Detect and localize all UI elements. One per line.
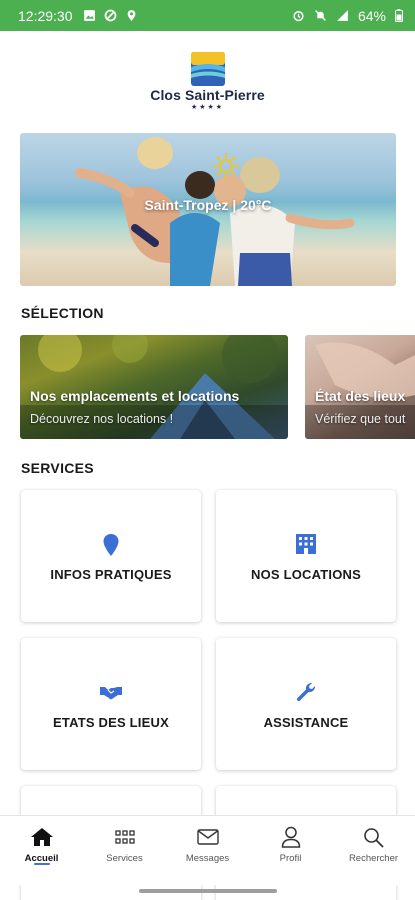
image-notification-icon — [83, 10, 95, 21]
search-icon — [364, 827, 384, 847]
selection-card-inventory[interactable]: État des lieux Vérifiez que tout — [305, 335, 415, 439]
sun-icon — [213, 153, 239, 179]
signal-icon — [337, 10, 348, 21]
nav-label: Services — [106, 853, 143, 864]
mute-bell-icon — [315, 10, 326, 21]
alarm-icon — [293, 11, 304, 22]
bottom-nav: Accueil Services Messages Profil Recherc… — [0, 815, 415, 885]
nav-profil[interactable]: Profil — [249, 816, 332, 885]
home-icon — [30, 828, 53, 846]
status-bar: 12:29:30 64% — [0, 0, 415, 31]
selection-heading: SÉLECTION — [21, 305, 104, 321]
nav-label: Messages — [185, 853, 230, 864]
user-icon — [281, 826, 300, 848]
service-assistance[interactable]: ASSISTANCE — [216, 638, 396, 770]
brand-name: Clos Saint-Pierre — [150, 87, 265, 103]
service-label: NOS LOCATIONS — [251, 567, 361, 582]
battery-icon — [395, 9, 403, 22]
service-nos-locations[interactable]: NOS LOCATIONS — [216, 490, 396, 622]
selection-card-title: Nos emplacements et locations — [30, 388, 240, 404]
selection-card-title: État des lieux — [315, 388, 406, 404]
service-label: ASSISTANCE — [263, 715, 349, 730]
building-icon — [296, 534, 316, 554]
handshake-icon — [100, 687, 122, 700]
nav-services[interactable]: Services — [83, 816, 166, 885]
service-label: INFOS PRATIQUES — [50, 567, 172, 582]
status-time: 12:29:30 — [18, 7, 73, 24]
selection-card-subtitle: Vérifiez que tout — [315, 412, 406, 426]
logo-mark-icon — [190, 52, 225, 86]
service-label: ETATS DES LIEUX — [53, 715, 169, 730]
brand-logo: Clos Saint-Pierre ★★★★ — [0, 52, 415, 111]
brand-stars: ★★★★ — [190, 104, 225, 111]
weather-hero-banner[interactable]: Saint-Tropez | 20°C — [20, 133, 396, 286]
blocked-notification-icon — [104, 9, 116, 22]
home-gesture-bar[interactable] — [139, 889, 277, 893]
nav-accueil[interactable]: Accueil — [0, 816, 83, 885]
battery-percent: 64% — [357, 7, 386, 24]
location-pin-icon — [103, 534, 119, 556]
wrench-icon — [296, 682, 316, 702]
nav-messages[interactable]: Messages — [166, 816, 249, 885]
grid-icon — [114, 830, 135, 844]
selection-card-subtitle: Découvrez nos locations ! — [30, 412, 174, 426]
location-status-icon — [127, 10, 135, 21]
service-infos-pratiques[interactable]: INFOS PRATIQUES — [21, 490, 201, 622]
nav-rechercher[interactable]: Rechercher — [332, 816, 415, 885]
selection-card-locations[interactable]: Nos emplacements et locations Découvrez … — [20, 335, 288, 439]
nav-label: Profil — [279, 853, 302, 864]
nav-label: Rechercher — [348, 853, 399, 864]
service-etats-des-lieux[interactable]: ETATS DES LIEUX — [21, 638, 201, 770]
weather-caption: Saint-Tropez | 20°C — [144, 197, 272, 213]
services-heading: SERVICES — [21, 460, 94, 476]
envelope-icon — [196, 829, 219, 845]
active-indicator — [33, 863, 50, 865]
